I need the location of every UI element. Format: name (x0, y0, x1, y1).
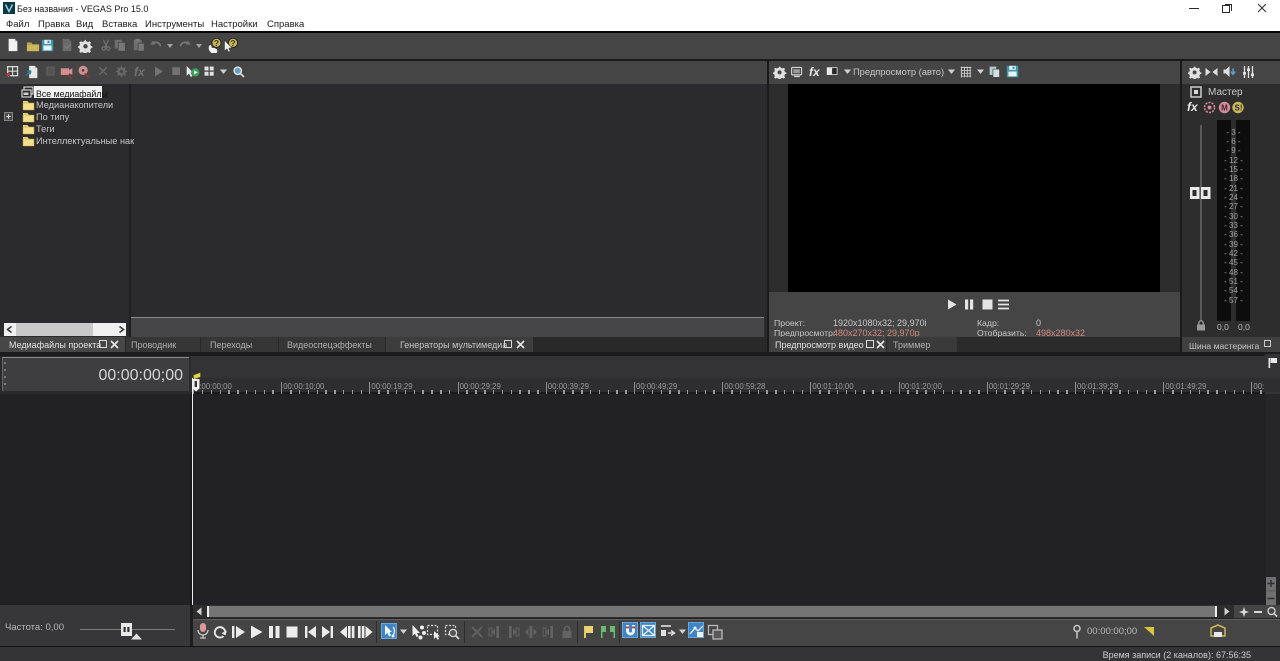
svg-text:?: ? (214, 38, 219, 48)
svg-text:M: M (1221, 104, 1228, 113)
svg-text:S!: S! (1235, 104, 1243, 113)
svg-text:?: ? (230, 38, 235, 48)
